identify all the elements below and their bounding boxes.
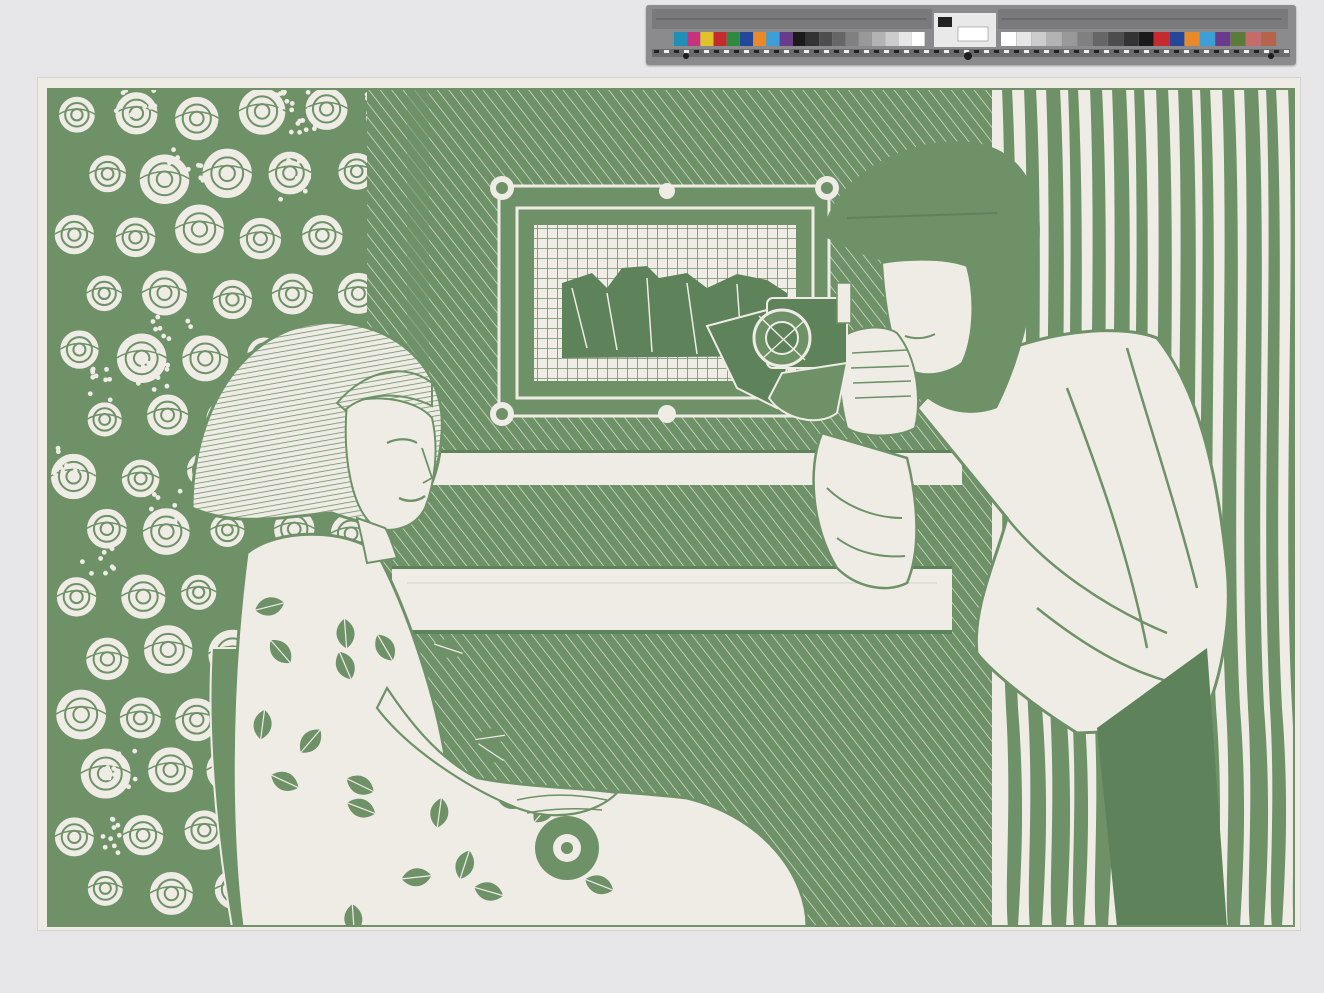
color-patch <box>1245 32 1261 46</box>
color-patch <box>819 32 833 46</box>
flower <box>140 506 192 557</box>
flower <box>173 94 221 143</box>
color-patch <box>1062 32 1078 46</box>
color-patch <box>674 32 687 46</box>
color-patch <box>832 32 846 46</box>
flower <box>266 149 314 197</box>
color-patch <box>1046 32 1062 46</box>
flower <box>56 94 97 135</box>
flower <box>85 506 129 551</box>
color-patch <box>1154 32 1169 46</box>
color-patch <box>1001 32 1016 46</box>
flower <box>300 213 345 258</box>
color-patch <box>792 32 806 46</box>
registration-dot <box>964 52 972 60</box>
flower <box>269 271 315 317</box>
color-patch <box>700 32 714 46</box>
flower <box>303 88 350 132</box>
color-patch <box>1169 32 1185 46</box>
color-patch <box>779 32 793 46</box>
flower <box>120 813 166 858</box>
flower <box>179 572 219 612</box>
linocut-print <box>47 88 1295 927</box>
color-patch <box>898 32 912 46</box>
color-patch <box>885 32 899 46</box>
color-patch <box>1199 32 1215 46</box>
flower <box>200 146 254 200</box>
color-patch <box>726 32 740 46</box>
color-patch <box>1215 32 1231 46</box>
flower <box>113 215 158 260</box>
color-patch <box>1077 32 1093 46</box>
color-patch <box>1016 32 1032 46</box>
flower <box>119 572 168 621</box>
color-patch <box>713 32 727 46</box>
flower <box>173 202 226 256</box>
flower <box>54 687 109 742</box>
flower <box>145 392 191 438</box>
color-patch <box>845 32 859 46</box>
flower <box>52 815 96 859</box>
flower <box>87 153 129 195</box>
flower <box>85 868 125 908</box>
flower <box>117 695 163 741</box>
flower <box>84 273 124 314</box>
scan-stage <box>0 0 1324 993</box>
color-patch <box>911 32 925 46</box>
color-calibration-card <box>646 5 1296 65</box>
color-patch <box>753 32 767 46</box>
flower <box>85 400 124 439</box>
flower <box>210 277 255 322</box>
flower <box>48 451 99 502</box>
flower <box>237 215 284 262</box>
flower <box>146 745 196 795</box>
color-patch <box>858 32 872 46</box>
flower <box>180 333 231 384</box>
color-patch <box>1092 32 1108 46</box>
color-patch <box>687 32 701 46</box>
color-patch <box>1123 32 1139 46</box>
calibration-graphic <box>652 9 1290 60</box>
color-patch <box>1108 32 1124 46</box>
color-patch <box>1261 32 1277 46</box>
color-patch <box>1031 32 1047 46</box>
flower <box>54 575 99 619</box>
color-patch <box>1230 32 1246 46</box>
flower <box>140 268 189 318</box>
flower <box>52 212 96 257</box>
color-patch <box>872 32 885 46</box>
color-patch <box>766 32 780 46</box>
flower <box>84 635 131 683</box>
print-image <box>47 88 1295 927</box>
color-patch <box>1138 32 1154 46</box>
color-patch <box>740 32 753 46</box>
flower <box>142 623 195 676</box>
color-patch <box>1184 32 1200 46</box>
flower <box>137 152 192 207</box>
color-patch <box>806 32 819 46</box>
flower <box>78 746 133 801</box>
color-patches-right <box>1001 32 1277 46</box>
flower <box>113 90 160 137</box>
flower <box>58 328 101 371</box>
color-patches-left <box>674 32 925 46</box>
flower <box>147 870 195 917</box>
